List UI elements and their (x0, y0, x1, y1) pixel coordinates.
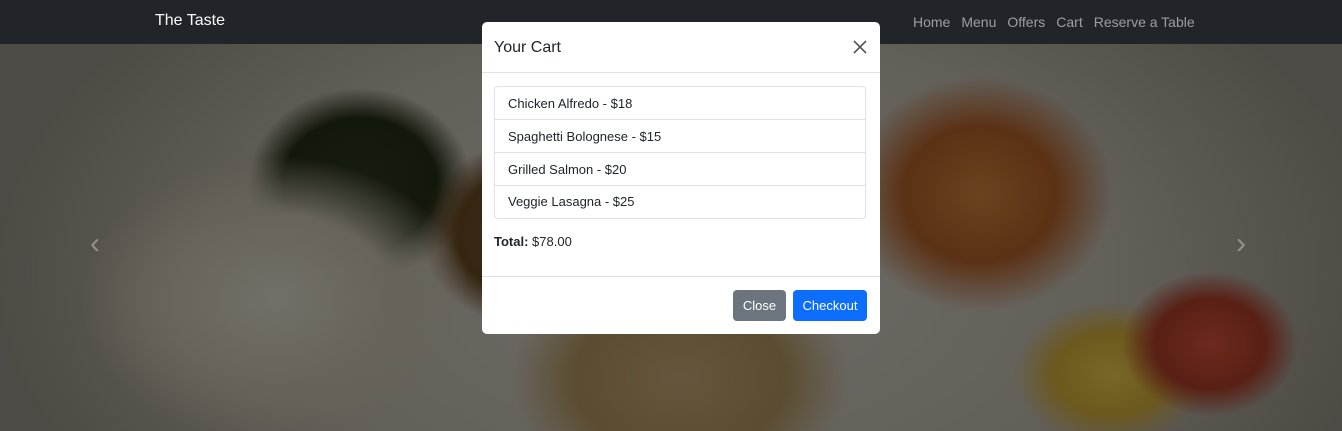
close-button[interactable]: Close (733, 290, 786, 321)
cart-item: Veggie Lasagna - $25 (508, 194, 635, 209)
cart-item: Grilled Salmon - $20 (495, 153, 865, 186)
nav-links: Home Menu Offers Cart Reserve a Table (913, 14, 1195, 30)
cart-modal: Your Cart Chicken Alfredo - $18 Spaghett… (482, 22, 880, 334)
cart-item-list: Chicken Alfredo - $18 Spaghetti Bolognes… (494, 86, 866, 219)
nav-link-offers[interactable]: Offers (1007, 14, 1045, 30)
cart-total: Total: $78.00 (494, 234, 572, 249)
nav-link-menu[interactable]: Menu (961, 14, 996, 30)
close-icon[interactable] (852, 39, 868, 55)
cart-item: Chicken Alfredo - $18 (495, 87, 865, 120)
modal-header: Your Cart (482, 22, 880, 73)
nav-link-cart[interactable]: Cart (1056, 14, 1082, 30)
modal-title: Your Cart (494, 39, 561, 56)
chevron-right-icon[interactable]: › (1236, 229, 1246, 259)
cart-item: Spaghetti Bolognese - $15 (495, 120, 865, 153)
checkout-button[interactable]: Checkout (793, 290, 867, 321)
modal-footer: Close Checkout (482, 276, 880, 335)
nav-link-home[interactable]: Home (913, 14, 950, 30)
chevron-left-icon[interactable]: ‹ (90, 229, 100, 259)
total-label: Total: (494, 234, 529, 249)
navbar-brand[interactable]: The Taste (155, 12, 225, 30)
nav-link-reserve-table[interactable]: Reserve a Table (1094, 14, 1195, 30)
total-value: $78.00 (532, 234, 572, 249)
